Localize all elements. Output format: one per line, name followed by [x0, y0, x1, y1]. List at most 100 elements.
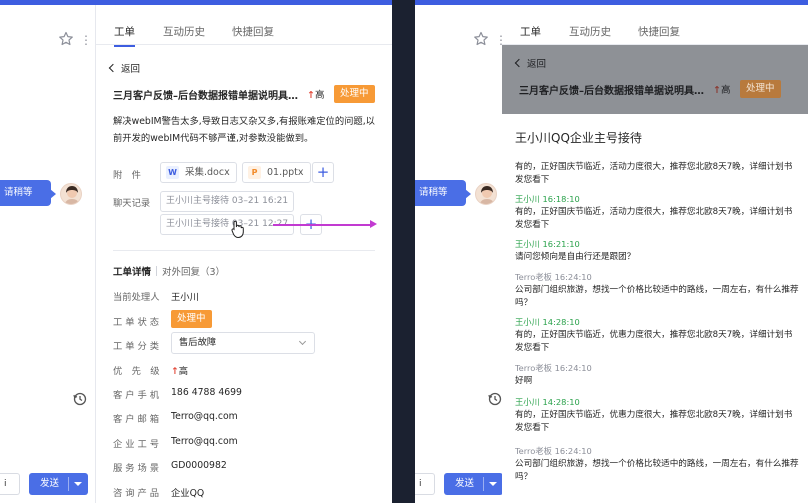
message-text: 有的，正好国庆节临近，活动力度很大，推荐您北欧8天7晚，详细计划书发您看下 — [515, 207, 793, 230]
chat-message: 王小川 16:18:10 有的，正好国庆节临近，活动力度很大，推荐您北欧8天7晚… — [515, 194, 799, 231]
star-icon[interactable] — [58, 31, 74, 47]
panel-tabs: 工单 互动历史 快捷回复 — [96, 5, 392, 47]
tab-history[interactable]: 互动历史 — [163, 24, 205, 39]
field-label: 优 先 级 — [113, 366, 160, 377]
tab-ticket-details[interactable]: 工单详情 — [113, 267, 151, 278]
message-text: 请问您倾向是自由行还是跟团？ — [515, 252, 636, 262]
chat-record-item[interactable]: 王小川主号接待 03–21 16:21 — [160, 191, 295, 212]
chevron-left-icon — [514, 58, 524, 68]
chat-message: Terro老板 16:24:10 公司部门组织旅游，想找一个价格比较适中的路线，… — [515, 272, 799, 309]
message-text: 好啊 — [515, 376, 533, 386]
hand-cursor-icon — [231, 220, 244, 238]
star-icon[interactable] — [473, 31, 489, 47]
message-sender: 王小川 14:28:10 — [515, 397, 580, 407]
back-link[interactable]: 返回 — [514, 56, 547, 70]
dimmed-ticket-header: 返回 三月客户反馈–后台数据报错单据说明具… ↑高 处理中 — [502, 45, 808, 114]
tab-quick-reply[interactable]: 快捷回复 — [638, 24, 680, 39]
panel-tabs-right: 工单 互动历史 快捷回复 — [502, 5, 808, 47]
status-value-badge: 处理中 — [171, 310, 212, 328]
send-split-divider — [68, 477, 69, 491]
message-text: 公司部门组织旅游，想找一个价格比较适中的路线，一周左右，有什么推荐吗？ — [515, 459, 799, 482]
message-sender: Terro老板 16:24:10 — [515, 446, 592, 456]
tab-external-replies[interactable]: 对外回复（3） — [162, 267, 225, 278]
message-sender: 王小川 16:21:10 — [515, 239, 580, 249]
arrow-up-icon: ↑ — [713, 85, 721, 96]
agent-message-bubble: 请稍等 — [415, 180, 471, 206]
assignee-value: 王小川 — [171, 292, 199, 303]
tab-ticket[interactable]: 工单 — [520, 24, 541, 47]
chat-records-label: 聊天记录 — [113, 198, 151, 209]
subtab-divider — [156, 266, 158, 276]
ticket-title: 三月客户反馈–后台数据报错单据说明具… — [113, 91, 298, 102]
message-text: 有的，正好国庆节临近，优惠力度很大，推荐您北欧8天7晚，详细计划书发您看下 — [515, 330, 793, 353]
detail-subtabs: 工单详情 对外回复（3） — [113, 264, 225, 278]
history-icon[interactable] — [488, 392, 502, 406]
attachment-pptx[interactable]: P 01.pptx — [242, 162, 311, 183]
send-button[interactable]: 发送 — [29, 473, 88, 495]
window-divider — [392, 0, 415, 503]
category-select[interactable]: 售后故障 — [171, 332, 315, 354]
word-file-icon: W — [166, 166, 179, 179]
caret-down-icon[interactable] — [489, 482, 497, 486]
more-icon[interactable]: ⋮ — [80, 33, 92, 47]
field-label: 服 务 场 景 — [113, 463, 160, 474]
attachment-name: 01.pptx — [267, 167, 304, 178]
back-link[interactable]: 返回 — [108, 61, 140, 75]
chat-message: 王小川 16:21:10 请问您倾向是自由行还是跟团？ — [515, 239, 799, 264]
chat-strip-right: ⋮ 请稍等 i 发送 — [415, 5, 511, 503]
section-divider — [113, 250, 375, 251]
arrow-up-icon: ↑ — [307, 90, 315, 101]
agent-avatar — [60, 183, 82, 205]
priority-value-label: 高 — [178, 366, 189, 377]
tab-quick-reply[interactable]: 快捷回复 — [232, 24, 274, 39]
history-icon[interactable] — [73, 392, 87, 406]
message-text: 有的，正好国庆节临近，活动力度很大，推荐您北欧8天7晚，详细计划书发您看下 — [515, 162, 793, 185]
priority-value: ↑高 — [171, 363, 188, 377]
message-sender: Terro老板 16:24:10 — [515, 363, 592, 373]
message-sender: Terro老板 16:24:10 — [515, 272, 592, 282]
ppt-file-icon: P — [248, 166, 261, 179]
chat-message: Terro老板 16:24:10 公司部门组织旅游，想找一个价格比较适中的路线，… — [515, 446, 799, 483]
message-input[interactable]: i — [415, 473, 435, 495]
arrow-up-icon: ↑ — [171, 366, 179, 377]
send-button[interactable]: 发送 — [444, 473, 503, 495]
message-text: 公司部门组织旅游，想找一个价格比较适中的路线，一周左右，有什么推荐吗？ — [515, 285, 799, 308]
field-label: 咨 询 产 品 — [113, 488, 160, 499]
attachment-name: 采集.docx — [185, 167, 230, 178]
agent-message-bubble: 请稍等 — [0, 180, 56, 206]
field-label: 客 户 手 机 — [113, 390, 160, 401]
chat-message: Terro老板 16:24:10 好啊 — [515, 363, 799, 388]
status-badge: 处理中 — [334, 85, 375, 103]
priority-label: 高 — [720, 85, 731, 96]
back-label: 返回 — [527, 59, 547, 70]
chevron-down-icon — [298, 337, 307, 346]
priority-indicator: ↑高 — [713, 82, 730, 96]
message-sender: 王小川 14:28:10 — [515, 317, 580, 327]
chevron-left-icon — [108, 63, 118, 73]
chat-message: 王小川 14:28:10 有的，正好国庆节临近，优惠力度很大，推荐您北欧8天7晚… — [515, 317, 799, 354]
message-sender: 王小川 16:18:10 — [515, 194, 580, 204]
field-label: 客 户 邮 箱 — [113, 414, 160, 425]
ticket-title: 三月客户反馈–后台数据报错单据说明具… — [519, 86, 704, 97]
tab-ticket[interactable]: 工单 — [114, 24, 135, 47]
employee-id-value: Terro@qq.com — [171, 436, 238, 447]
category-selected: 售后故障 — [179, 337, 217, 348]
ticket-panel: 工单 互动历史 快捷回复 返回 三月客户反馈–后台数据报错单据说明具… ↑高 处… — [96, 5, 392, 503]
chat-strip-left: ⋮ 请稍等 i 发送 — [0, 5, 96, 503]
ticket-description: 解决webIM警告太多,导致日志又杂又多,有报账难定位的问题,以前开发的webI… — [113, 116, 375, 144]
send-button-label: 发送 — [40, 478, 60, 489]
send-button-label: 发送 — [455, 478, 475, 489]
field-label: 工 单 分 类 — [113, 341, 160, 352]
message-input[interactable]: i — [0, 473, 20, 495]
tab-history[interactable]: 互动历史 — [569, 24, 611, 39]
phone-value: 186 4788 4699 — [171, 387, 242, 398]
scenario-value: GD0000982 — [171, 460, 227, 471]
caret-down-icon[interactable] — [74, 482, 82, 486]
priority-indicator: ↑高 — [307, 87, 324, 101]
field-label: 工 单 状 态 — [113, 317, 160, 328]
field-label: 当前处理人 — [113, 292, 160, 303]
attachment-docx[interactable]: W 采集.docx — [160, 162, 237, 183]
product-value: 企业QQ — [171, 488, 205, 499]
add-attachment-button[interactable]: + — [312, 162, 334, 183]
email-value: Terro@qq.com — [171, 411, 238, 422]
